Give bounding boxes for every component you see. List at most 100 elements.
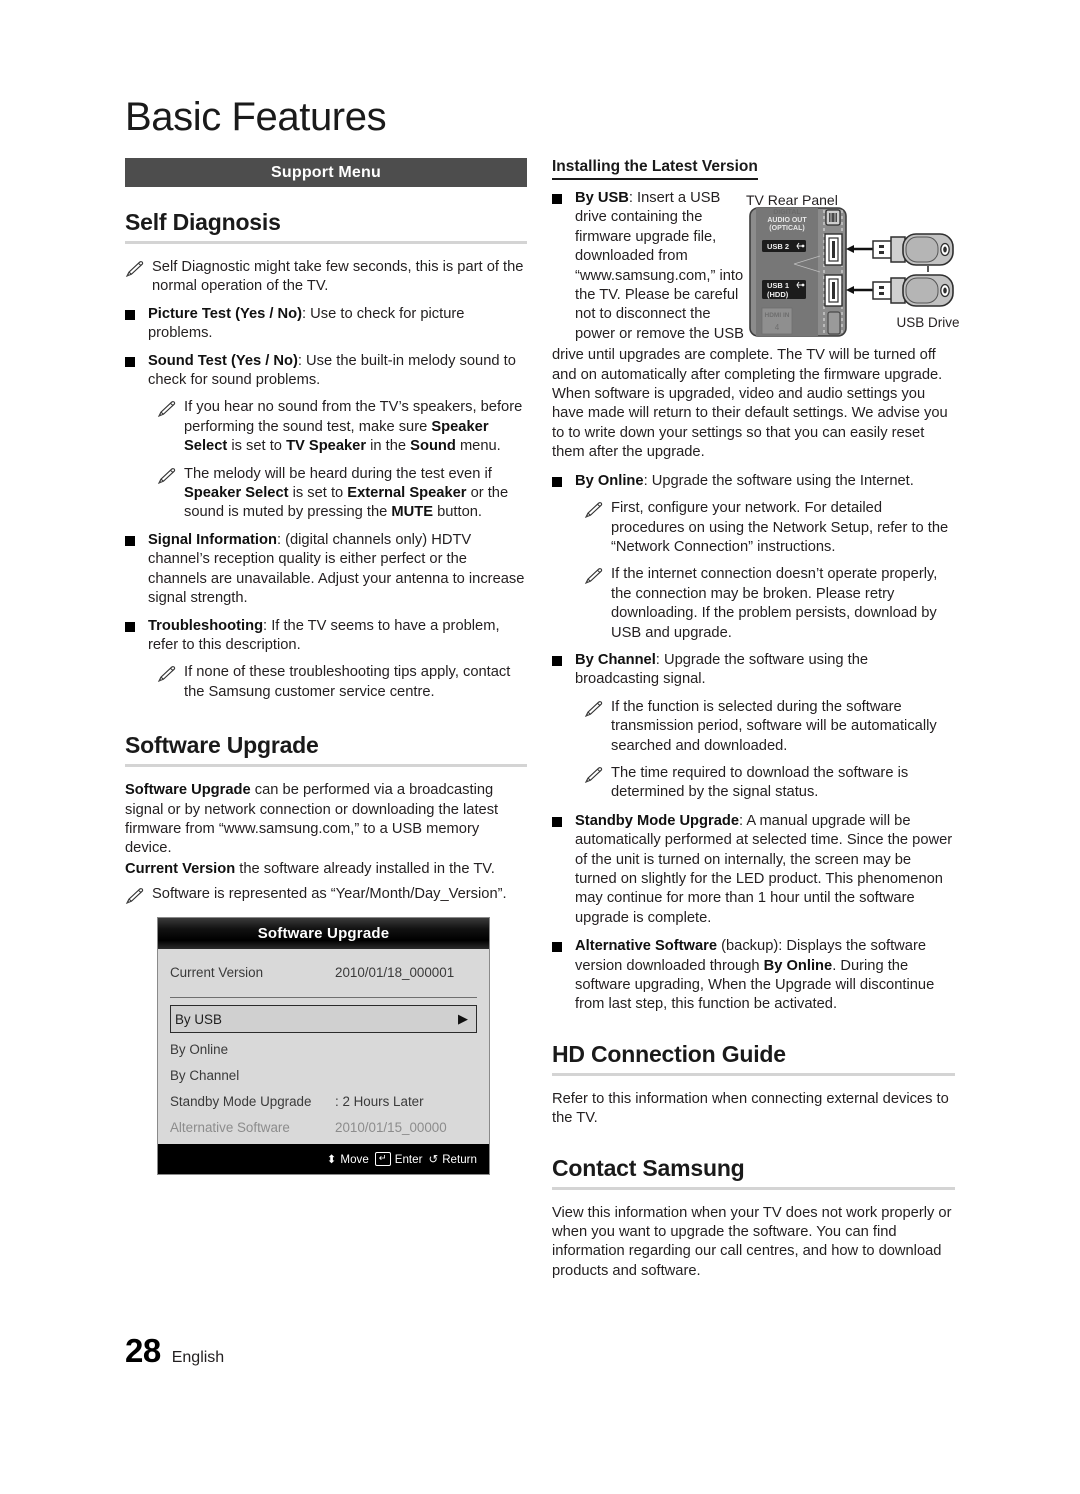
bullet-text: Signal Information: (digital channels on… [148,531,527,609]
osd-row-label: By Online [170,1041,229,1057]
bullet-term: By USB [575,190,629,206]
note-configure-network: First, configure your network. For detai… [584,499,955,557]
osd-row-label: Current Version [170,964,264,980]
osd-hint-return: ↺ Return [428,1152,477,1167]
osd-hint-label: Return [442,1152,477,1166]
square-bullet-icon [552,942,562,953]
left-column: Support Menu Self Diagnosis Self Diagnos… [125,158,527,1176]
bullet-text: By Online: Upgrade the software using th… [575,472,955,491]
bullet-term: Standby Mode Upgrade [575,812,740,829]
bullet-text: By USB: Insert a USB drive containing th… [575,189,747,344]
tv-rear-panel-figure: DIGITAL AUDIO OUT (OPTICAL) USB 2 USB 1 … [746,190,961,350]
current-version-paragraph: Current Version the software already ins… [125,860,527,879]
bullet-picture-test: Picture Test (Yes / No): Use to check fo… [125,305,527,344]
square-bullet-icon [552,194,562,204]
bullet-term: Alternative Software [575,938,718,955]
section-heading-self-diagnosis: Self Diagnosis [125,209,281,235]
osd-row-value: 2010/01/18_000001 [335,964,455,980]
note-text: The time required to download the softwa… [611,764,909,801]
bullet-sound-test: Sound Test (Yes / No): Use the built-in … [125,352,527,391]
heading-rule [552,1186,955,1190]
note-troubleshooting: If none of these troubleshooting tips ap… [157,663,527,702]
by-usb-continued-text: drive until upgrades are complete. The T… [552,347,948,461]
osd-row-by-online[interactable]: By Online [170,1036,477,1062]
bullet-term: By Online [575,472,644,489]
osd-row-label: Alternative Software [170,1119,290,1135]
label-hdmi-number: 4 [775,323,780,332]
pencil-icon [157,666,176,683]
paragraph-term: Software Upgrade [125,782,251,799]
bullet-term: Sound Test (Yes / No) [148,352,298,369]
section-heading-software-upgrade: Software Upgrade [125,732,319,759]
label-digital: DIGITAL [773,209,801,216]
page-footer: 28 English [125,1332,224,1370]
bullet-term-b: By Online [763,957,833,974]
square-bullet-icon [125,535,135,546]
bullet-by-channel: By Channel: Upgrade the software using t… [552,651,955,690]
pencil-icon [125,261,144,278]
square-bullet-icon [125,621,135,632]
up-down-arrow-icon: ⬍ [326,1153,337,1167]
label-usb1: USB 1 [767,281,789,290]
chevron-right-icon: ▶ [458,1011,468,1027]
note-speaker-select-external: The melody will be heard during the test… [157,465,527,523]
note-text: If the internet connection doesn’t opera… [611,566,938,641]
tv-rear-panel-diagram: DIGITAL AUDIO OUT (OPTICAL) USB 2 USB 1 … [749,207,960,337]
bullet-by-online: By Online: Upgrade the software using th… [552,472,955,491]
osd-row-alternative-software[interactable]: Alternative Software 2010/01/15_00000 [170,1114,477,1140]
note-download-time: The time required to download the softwa… [584,764,955,803]
note-text: First, configure your network. For detai… [611,500,949,555]
pencil-icon [584,568,603,585]
osd-row-by-usb[interactable]: By USB ▶ [170,1005,477,1034]
bullet-text: Alternative Software (backup): Displays … [575,937,955,1015]
note-text: Software is represented as “Year/Month/D… [152,886,507,903]
bullet-standby-mode-upgrade: Standby Mode Upgrade: A manual upgrade w… [552,812,955,928]
label-audio-out: AUDIO OUT [767,217,807,224]
note-text: The melody will be heard during the test… [184,465,509,521]
paragraph-body: the software already installed in the TV… [235,860,495,877]
pencil-icon [125,888,144,905]
bullet-body: : Upgrade the software using the Interne… [643,472,914,489]
osd-row-by-channel[interactable]: By Channel [170,1062,477,1088]
label-optical: (OPTICAL) [769,225,804,232]
bullet-body: : A manual upgrade will be automatically… [575,812,953,926]
section-contact-samsung: Contact Samsung View this information wh… [552,1155,955,1282]
osd-body: Current Version 2010/01/18_000001 By USB… [158,949,489,1145]
pencil-icon [157,467,176,485]
contact-samsung-text: View this information when your TV does … [552,1204,952,1279]
bullet-text: Troubleshooting: If the TV seems to have… [148,617,527,656]
pencil-icon [584,502,603,519]
osd-row-standby-mode-upgrade[interactable]: Standby Mode Upgrade : 2 Hours Later [170,1088,477,1114]
bullet-alternative-software: Alternative Software (backup): Displays … [552,937,955,1015]
osd-hint-enter: ↵ Enter [374,1152,422,1167]
page-language: English [171,1349,225,1366]
subheading-installing-latest-version: Installing the Latest Version [552,158,758,180]
heading-rule [552,1072,955,1076]
note-internet-connection: If the internet connection doesn’t opera… [584,565,955,643]
software-upgrade-paragraph: Software Upgrade can be performed via a … [125,781,527,859]
tv-osd-software-upgrade: Software Upgrade Current Version 2010/01… [157,917,490,1176]
paragraph-term: Current Version [125,860,236,877]
enter-key-icon: ↵ [374,1152,391,1167]
page-number: 28 [125,1332,161,1369]
note-text: If none of these troubleshooting tips ap… [184,664,511,700]
bullet-troubleshooting: Troubleshooting: If the TV seems to have… [125,617,527,656]
bullet-text: Sound Test (Yes / No): Use the built-in … [148,352,527,391]
note-speaker-select-tv: If you hear no sound from the TV’s speak… [157,398,527,456]
osd-row-label: By USB [175,1011,222,1027]
section-heading-contact-samsung: Contact Samsung [552,1154,745,1181]
heading-rule [125,764,527,768]
section-software-upgrade: Software Upgrade Software Upgrade can be… [125,732,527,1176]
square-bullet-icon [552,816,562,827]
pencil-icon [584,700,603,718]
osd-row-value: 2010/01/15_00000 [335,1119,447,1135]
note-text: If you hear no sound from the TV’s speak… [184,399,523,455]
bullet-text: Standby Mode Upgrade: A manual upgrade w… [575,812,955,928]
bullet-text: By Channel: Upgrade the software using t… [575,651,955,690]
square-bullet-icon [552,476,562,487]
bullet-signal-information: Signal Information: (digital channels on… [125,531,527,609]
osd-row-label: Standby Mode Upgrade [170,1093,312,1109]
bullet-body: : Insert a USB drive containing the firm… [575,190,744,342]
section-heading-hd-connection-guide: HD Connection Guide [552,1040,786,1067]
osd-row-current-version: Current Version 2010/01/18_000001 [170,959,477,985]
